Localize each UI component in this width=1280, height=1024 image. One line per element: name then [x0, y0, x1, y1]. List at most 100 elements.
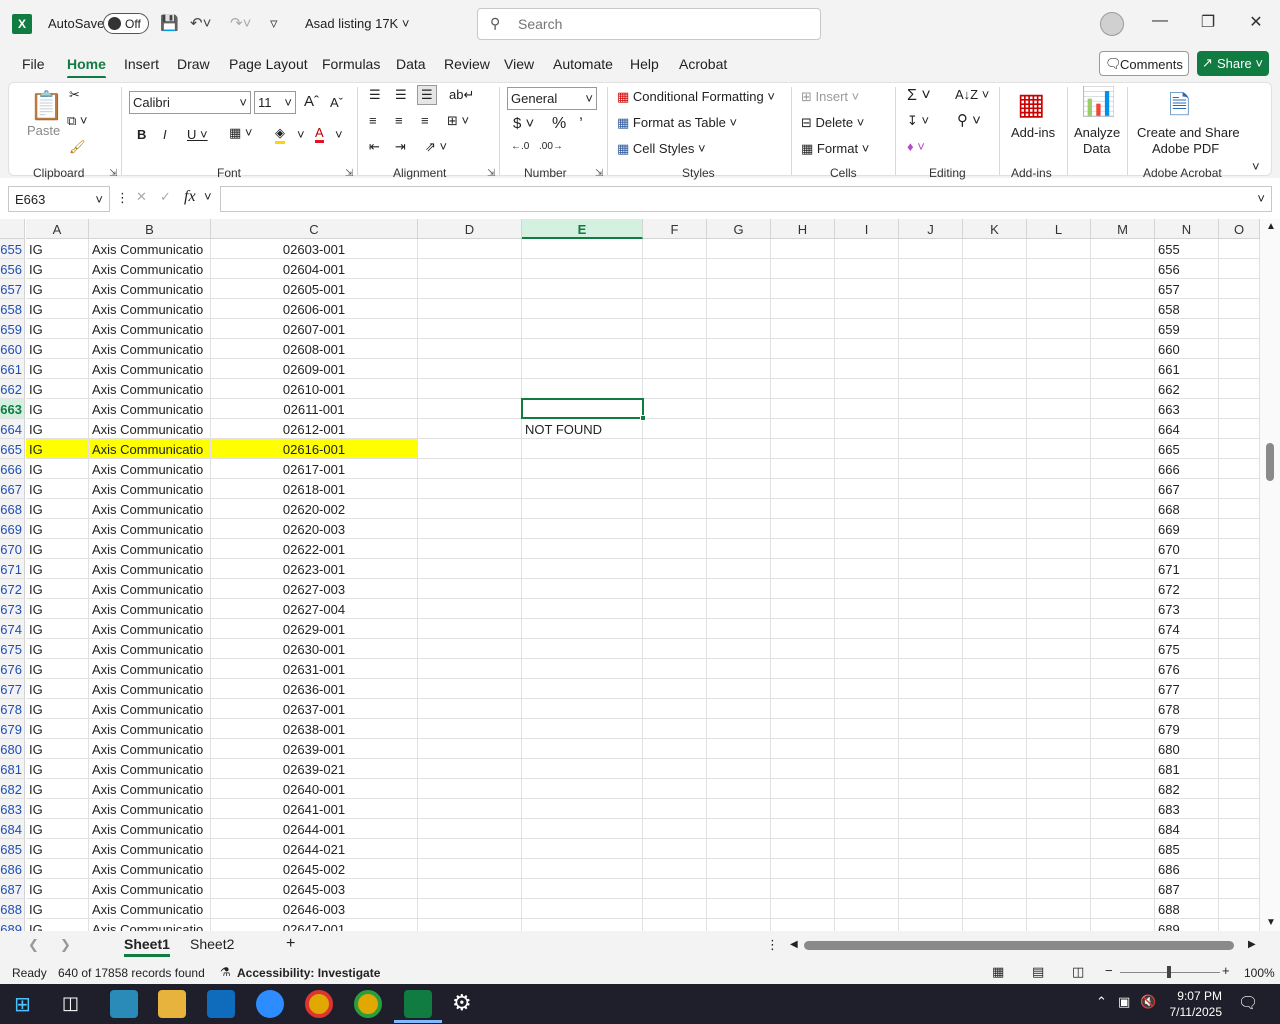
cell-l-664[interactable] [1027, 419, 1091, 439]
number-launcher-icon[interactable]: ⇲ [595, 168, 603, 179]
create-share-line2[interactable]: Adobe PDF [1152, 141, 1219, 156]
cell-c-666[interactable]: 02617-001 [211, 459, 418, 479]
cell-j-673[interactable] [899, 599, 963, 619]
cell-a-668[interactable]: IG [26, 499, 89, 519]
cell-i-655[interactable] [835, 239, 899, 259]
cell-l-681[interactable] [1027, 759, 1091, 779]
cell-c-667[interactable]: 02618-001 [211, 479, 418, 499]
zoom-in-icon[interactable]: + [1222, 963, 1230, 978]
scroll-up-icon[interactable]: ▲ [1266, 221, 1276, 232]
cell-m-688[interactable] [1091, 899, 1155, 919]
cell-l-688[interactable] [1027, 899, 1091, 919]
cell-n-658[interactable]: 658 [1155, 299, 1219, 319]
cell-g-688[interactable] [707, 899, 771, 919]
currency-icon[interactable]: $ ˅ [513, 115, 534, 132]
cell-b-664[interactable]: Axis Communicatio [89, 419, 211, 439]
cell-j-682[interactable] [899, 779, 963, 799]
cell-l-662[interactable] [1027, 379, 1091, 399]
cell-g-670[interactable] [707, 539, 771, 559]
row-header[interactable]: 672 [0, 579, 25, 599]
search-box[interactable]: ⚲ [477, 8, 821, 40]
row-header[interactable]: 671 [0, 559, 25, 579]
page-layout-view-icon[interactable]: ▤ [1032, 964, 1044, 980]
add-ins-button[interactable]: Add-ins [1011, 125, 1055, 140]
cell-o-681[interactable] [1219, 759, 1260, 779]
cell-j-687[interactable] [899, 879, 963, 899]
cell-h-669[interactable] [771, 519, 835, 539]
column-header-m[interactable]: M [1091, 219, 1155, 239]
cell-i-668[interactable] [835, 499, 899, 519]
cell-d-666[interactable] [418, 459, 522, 479]
cell-h-664[interactable] [771, 419, 835, 439]
row-header[interactable]: 687 [0, 879, 25, 899]
cell-d-672[interactable] [418, 579, 522, 599]
cell-j-686[interactable] [899, 859, 963, 879]
cell-a-674[interactable]: IG [26, 619, 89, 639]
cell-o-670[interactable] [1219, 539, 1260, 559]
zoom-app-icon[interactable] [256, 990, 284, 1018]
cell-d-675[interactable] [418, 639, 522, 659]
cell-l-678[interactable] [1027, 699, 1091, 719]
zoom-out-icon[interactable]: − [1105, 963, 1113, 978]
cell-a-673[interactable]: IG [26, 599, 89, 619]
cell-f-687[interactable] [643, 879, 707, 899]
cell-g-678[interactable] [707, 699, 771, 719]
cell-h-670[interactable] [771, 539, 835, 559]
cell-n-655[interactable]: 655 [1155, 239, 1219, 259]
cell-e-679[interactable] [522, 719, 643, 739]
cell-k-685[interactable] [963, 839, 1027, 859]
worksheet-grid[interactable]: ABCDEFGHIJKLMNO 655 IG Axis Communicatio 02… [0, 219, 1280, 931]
row-header[interactable]: 669 [0, 519, 25, 539]
cell-h-677[interactable] [771, 679, 835, 699]
cell-a-682[interactable]: IG [26, 779, 89, 799]
cell-k-682[interactable] [963, 779, 1027, 799]
cell-a-681[interactable]: IG [26, 759, 89, 779]
cell-i-670[interactable] [835, 539, 899, 559]
cell-b-676[interactable]: Axis Communicatio [89, 659, 211, 679]
normal-view-icon[interactable]: ▦ [992, 964, 1004, 980]
paste-label[interactable]: Paste [27, 123, 60, 138]
row-header[interactable]: 664 [0, 419, 25, 439]
cell-e-664[interactable]: NOT FOUND [522, 419, 643, 439]
page-break-view-icon[interactable]: ◫ [1072, 964, 1084, 980]
chevron-down-icon[interactable]: ˅ [204, 189, 212, 204]
cell-c-680[interactable]: 02639-001 [211, 739, 418, 759]
cell-f-678[interactable] [643, 699, 707, 719]
cell-i-665[interactable] [835, 439, 899, 459]
cell-b-673[interactable]: Axis Communicatio [89, 599, 211, 619]
merge-center-icon[interactable]: ⊞ ˅ [447, 113, 469, 129]
cell-n-672[interactable]: 672 [1155, 579, 1219, 599]
cell-j-667[interactable] [899, 479, 963, 499]
scroll-down-icon[interactable]: ▼ [1266, 917, 1276, 928]
cell-d-670[interactable] [418, 539, 522, 559]
cell-h-683[interactable] [771, 799, 835, 819]
cell-k-658[interactable] [963, 299, 1027, 319]
cell-i-667[interactable] [835, 479, 899, 499]
cell-o-658[interactable] [1219, 299, 1260, 319]
cell-c-675[interactable]: 02630-001 [211, 639, 418, 659]
tab-automate[interactable]: Automate [553, 56, 613, 72]
cell-j-678[interactable] [899, 699, 963, 719]
file-explorer-icon[interactable] [158, 990, 186, 1018]
tab-file[interactable]: File [22, 56, 45, 72]
cell-c-682[interactable]: 02640-001 [211, 779, 418, 799]
cell-a-664[interactable]: IG [26, 419, 89, 439]
cell-j-681[interactable] [899, 759, 963, 779]
cell-f-681[interactable] [643, 759, 707, 779]
cell-m-656[interactable] [1091, 259, 1155, 279]
cell-d-667[interactable] [418, 479, 522, 499]
cell-f-661[interactable] [643, 359, 707, 379]
cell-a-671[interactable]: IG [26, 559, 89, 579]
cell-k-684[interactable] [963, 819, 1027, 839]
cell-a-686[interactable]: IG [26, 859, 89, 879]
row-header[interactable]: 660 [0, 339, 25, 359]
cell-d-684[interactable] [418, 819, 522, 839]
cell-o-675[interactable] [1219, 639, 1260, 659]
cell-e-661[interactable] [522, 359, 643, 379]
cell-l-685[interactable] [1027, 839, 1091, 859]
cell-g-659[interactable] [707, 319, 771, 339]
cell-b-657[interactable]: Axis Communicatio [89, 279, 211, 299]
cell-o-687[interactable] [1219, 879, 1260, 899]
cell-b-677[interactable]: Axis Communicatio [89, 679, 211, 699]
cell-e-655[interactable] [522, 239, 643, 259]
